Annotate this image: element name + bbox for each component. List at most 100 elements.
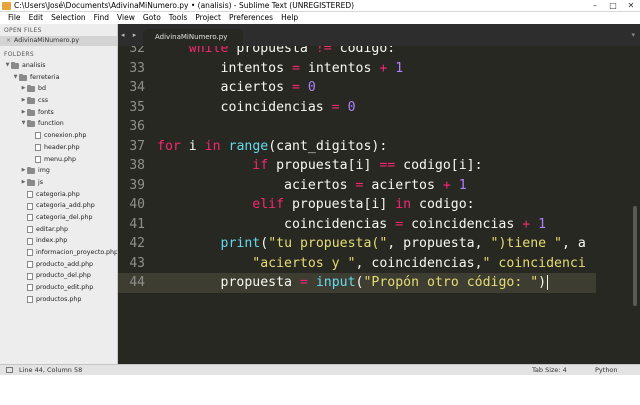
close-button[interactable]: ✕ (622, 0, 640, 11)
menu-file[interactable]: File (4, 12, 25, 24)
token-bi: input (315, 275, 356, 290)
token-str: "tu propuesta(" (268, 236, 388, 251)
expand-down-icon[interactable]: ▼ (20, 118, 27, 130)
expand-down-icon[interactable]: ▼ (12, 72, 19, 84)
file-item[interactable]: menu.php (0, 154, 117, 166)
minimize-button[interactable]: – (586, 0, 604, 11)
folder-icon (27, 96, 35, 104)
token-kw: != (315, 46, 332, 56)
menu-goto[interactable]: Goto (139, 12, 165, 24)
file-item[interactable]: producto_edit.php (0, 282, 117, 294)
vertical-scrollbar[interactable] (630, 46, 640, 364)
tree-item-label: js (38, 178, 44, 186)
code-line[interactable]: if propuesta[i] == codigo[i]: (157, 156, 482, 176)
menu-tools[interactable]: Tools (165, 12, 191, 24)
code-line[interactable]: coincidencias = coincidencias + 1 (157, 215, 546, 235)
file-item[interactable]: producto_add.php (0, 259, 117, 271)
code-line[interactable]: elif propuesta[i] in codigo: (157, 195, 475, 215)
tab-bar: ◂ ▸ AdivinaMiNumero.py ▾ (118, 24, 640, 46)
file-icon (27, 214, 33, 222)
code-line[interactable]: aciertos = aciertos + 1 (157, 176, 467, 196)
tree-item-label: bd (38, 85, 46, 93)
menu-selection[interactable]: Selection (47, 12, 90, 24)
code-line[interactable]: propuesta = input("Propón otro código: "… (157, 273, 549, 293)
token-kw: = (299, 275, 308, 290)
token-kw: in (204, 138, 221, 154)
maximize-button[interactable]: □ (604, 0, 622, 11)
syntax-selector[interactable]: Python (595, 365, 618, 375)
text-cursor (547, 274, 549, 290)
tree-item-label: fonts (38, 108, 54, 116)
folder-item[interactable]: ▼ analisis (0, 60, 117, 72)
tab-overflow-icon[interactable]: ▾ (631, 31, 635, 39)
file-item[interactable]: editar.php (0, 224, 117, 236)
folders-header: FOLDERS (4, 51, 35, 58)
code-line[interactable]: print("tu propuesta(", propuesta, ")tien… (157, 234, 586, 254)
file-item[interactable]: categoria_add.php (0, 200, 117, 212)
file-icon (27, 225, 33, 233)
folder-item[interactable]: ▶ js (0, 177, 117, 189)
token-str: "aciertos y " (252, 255, 356, 271)
folder-item[interactable]: ▶ css (0, 95, 117, 107)
token-text: propuesta[i] (284, 197, 396, 212)
menu-find[interactable]: Find (90, 12, 113, 24)
code-editor[interactable]: 32 while propuesta != codigo: 33 intentos… (118, 46, 630, 364)
folder-item[interactable]: ▶ img (0, 165, 117, 177)
tab-adivina-mi-numero[interactable]: AdivinaMiNumero.py (143, 29, 243, 46)
close-file-icon[interactable]: × (6, 37, 11, 45)
token-text: aciertos (363, 177, 443, 193)
code-line[interactable]: intentos = intentos + 1 (157, 59, 404, 79)
menu-edit[interactable]: Edit (25, 12, 48, 24)
token-text: codigo: (331, 46, 396, 56)
file-item[interactable]: conexion.php (0, 130, 117, 142)
tree-item-label: editar.php (36, 225, 68, 233)
token-bi: print (220, 236, 261, 251)
expand-down-icon[interactable]: ▼ (4, 60, 11, 72)
folder-item[interactable]: ▶ bd (0, 83, 117, 95)
file-item[interactable]: categoria.php (0, 189, 117, 201)
token-text: codigo: (411, 197, 475, 212)
open-files-header: OPEN FILES (4, 27, 42, 34)
folder-item[interactable]: ▼ function (0, 118, 117, 130)
file-item[interactable]: producto_del.php (0, 270, 117, 282)
file-item[interactable]: informacion_proyecto.php (0, 247, 117, 259)
menu-preferences[interactable]: Preferences (225, 12, 277, 24)
token-text: , coincidencias, (355, 255, 483, 271)
file-item[interactable]: header.php (0, 142, 117, 154)
menu-view[interactable]: View (113, 12, 139, 24)
menu-help[interactable]: Help (277, 12, 302, 24)
menu-project[interactable]: Project (191, 12, 225, 24)
expand-right-icon[interactable]: ▶ (20, 165, 27, 177)
expand-right-icon[interactable]: ▶ (20, 177, 27, 189)
code-line[interactable]: aciertos = 0 (157, 78, 316, 98)
token-bi: range (228, 138, 269, 154)
tree-item-label: producto_add.php (36, 260, 94, 268)
expand-right-icon[interactable]: ▶ (20, 83, 27, 95)
token-str: "Propón otro código: " (363, 275, 539, 290)
tab-size-selector[interactable]: Tab Size: 4 (532, 365, 567, 375)
code-line[interactable]: "aciertos y ", coincidencias," coinciden… (157, 254, 585, 274)
folder-item[interactable]: ▼ ferreteria (0, 72, 117, 84)
scrollbar-thumb[interactable] (633, 206, 637, 306)
token-kw: in (395, 197, 412, 212)
code-line[interactable]: while propuesta != codigo: (157, 46, 395, 59)
open-file-item[interactable]: × AdivinaMiNumero.py (0, 36, 117, 46)
expand-right-icon[interactable]: ▶ (20, 95, 27, 107)
token-str: ")tiene " (490, 236, 562, 251)
file-item[interactable]: productos.php (0, 294, 117, 306)
cursor-position: Line 44, Column 58 (19, 366, 83, 374)
folder-icon (27, 167, 35, 175)
folder-icon (19, 73, 27, 81)
file-item[interactable]: categoria_del.php (0, 212, 117, 224)
code-line[interactable]: coincidencias = 0 (157, 98, 356, 118)
file-item[interactable]: index.php (0, 235, 117, 247)
token-text: coincidencias (157, 216, 396, 232)
code-line[interactable]: for i in range(cant_digitos): (157, 137, 387, 157)
expand-right-icon[interactable]: ▶ (20, 107, 27, 119)
panel-toggle-icon[interactable] (6, 367, 13, 373)
tree-item-label: header.php (44, 143, 80, 151)
tab-nav-arrows[interactable]: ◂ ▸ (121, 31, 139, 39)
folder-item[interactable]: ▶ fonts (0, 107, 117, 119)
